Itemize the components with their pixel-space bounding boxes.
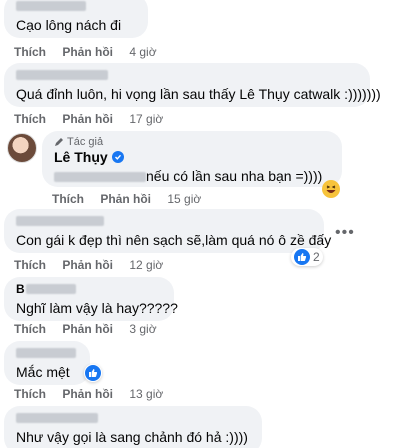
reaction-count: 2 (313, 250, 320, 264)
comment-time[interactable]: 17 giờ (129, 112, 163, 126)
comment-time[interactable]: 13 giờ (129, 387, 163, 401)
commenter-name-redacted (16, 413, 98, 423)
commenter-name-redacted (16, 216, 104, 226)
reply-button[interactable]: Phản hồi (62, 45, 113, 59)
reaction-summary[interactable] (84, 364, 102, 382)
like-reaction-icon (294, 249, 310, 265)
like-button[interactable]: Thích (14, 258, 46, 272)
comment-text: nếu có lần sau nha bạn =)))) (54, 167, 330, 185)
comment-actions: Thích Phản hồi 17 giờ (14, 112, 176, 126)
comment-time[interactable]: 3 giờ (129, 322, 156, 336)
author-name[interactable]: Lê Thụy (54, 149, 330, 165)
comment-text: Nghĩ làm vậy là hay????? (16, 300, 178, 316)
comment-text: Cạo lông nách đi (16, 17, 122, 33)
like-button[interactable]: Thích (14, 45, 46, 59)
comment-actions: Thích Phản hồi 15 giờ (52, 192, 214, 206)
reply-button[interactable]: Phản hồi (62, 387, 113, 401)
comment-actions: Thích Phản hồi 12 giờ (14, 258, 176, 272)
more-options-icon[interactable]: ••• (335, 224, 355, 242)
like-button[interactable]: Thích (14, 322, 46, 336)
comment-bubble: Cạo lông nách đi (4, 0, 148, 38)
commenter-name-redacted (16, 70, 108, 80)
pen-icon (55, 138, 63, 146)
commenter-name-redacted (16, 1, 86, 11)
commenter-name-redacted (16, 348, 76, 358)
commenter-name: B (16, 282, 162, 296)
comment-time[interactable]: 15 giờ (167, 192, 201, 206)
reply-button[interactable]: Phản hồi (100, 192, 151, 206)
comment-bubble: Như vậy gọi là sang chảnh đó hả :)))) (4, 406, 262, 448)
comment-actions: Thích Phản hồi 3 giờ (14, 322, 170, 336)
commenter-name-redacted (25, 284, 76, 294)
reply-button[interactable]: Phản hồi (62, 112, 113, 126)
reply-button[interactable]: Phản hồi (62, 258, 113, 272)
comment-bubble: Tác giả Lê Thụy nếu có lần sau nha bạn =… (42, 131, 342, 187)
comment-text: Quá đỉnh luôn, hi vọng lần sau thấy Lê T… (16, 86, 381, 102)
author-avatar[interactable] (7, 133, 37, 163)
like-button[interactable]: Thích (14, 112, 46, 126)
comment-text: Con gái k đẹp thì nên sạch sẽ,làm quá nó… (16, 232, 332, 248)
verified-badge-icon (111, 151, 124, 163)
reply-button[interactable]: Phản hồi (62, 322, 113, 336)
like-button[interactable]: Thích (14, 387, 46, 401)
like-button[interactable]: Thích (52, 192, 84, 206)
author-tag: Tác giả (54, 136, 330, 148)
comment-bubble: Quá đỉnh luôn, hi vọng lần sau thấy Lê T… (4, 63, 381, 107)
comment-actions: Thích Phản hồi 4 giờ (14, 45, 170, 59)
like-reaction-icon (85, 365, 101, 381)
comment-bubble: B Nghĩ làm vậy là hay????? (4, 277, 178, 321)
mention-redacted (54, 172, 146, 183)
comment-text: Mắc mệt (16, 364, 70, 380)
comment-actions: Thích Phản hồi 13 giờ (14, 387, 176, 401)
comment-time[interactable]: 4 giờ (129, 45, 156, 59)
comment-bubble: Con gái k đẹp thì nên sạch sẽ,làm quá nó… (4, 209, 332, 253)
comment-text: Như vậy gọi là sang chảnh đó hả :)))) (16, 429, 248, 445)
comment-bubble: Mắc mệt (4, 341, 90, 385)
comment-time[interactable]: 12 giờ (129, 258, 163, 272)
haha-reaction-icon[interactable] (322, 180, 340, 198)
reaction-summary[interactable]: 2 (291, 248, 323, 266)
